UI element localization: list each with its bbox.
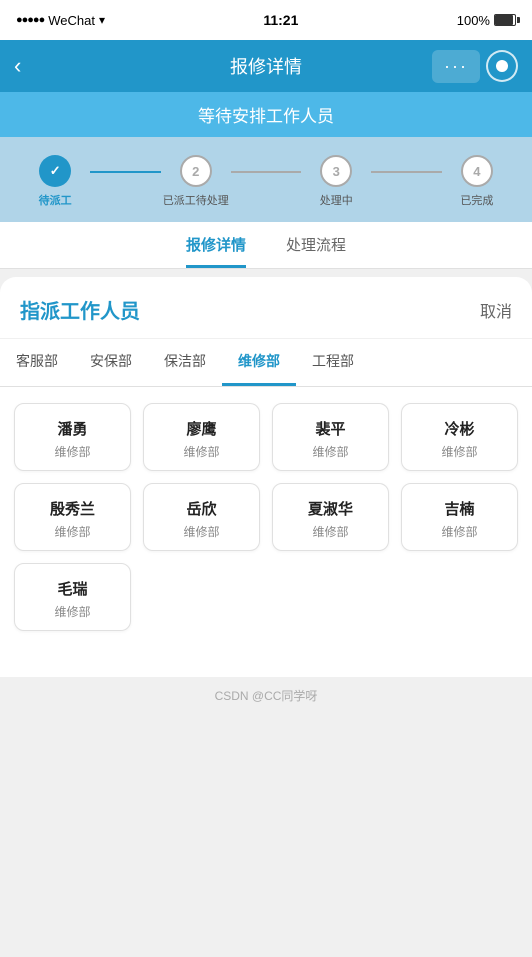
status-time: 11:21 xyxy=(263,12,298,28)
battery-icon xyxy=(494,14,516,26)
status-text: 等待安排工作人员 xyxy=(198,107,334,126)
status-left: ●●●●● WeChat ▾ xyxy=(16,13,105,28)
back-button[interactable]: ‹ xyxy=(14,53,21,79)
staff-name-1: 廖鹰 xyxy=(186,418,216,439)
footer: CSDN @CC同学呀 xyxy=(0,677,532,714)
signal-indicator: ●●●●● xyxy=(16,14,44,26)
dept-tab-maintenance[interactable]: 维修部 xyxy=(222,339,296,386)
cancel-button[interactable]: 取消 xyxy=(480,298,512,322)
record-button[interactable] xyxy=(486,50,518,82)
step-number-4: 4 xyxy=(473,164,480,179)
staff-name-8: 毛瑞 xyxy=(57,578,87,599)
staff-dept-4: 维修部 xyxy=(54,523,90,540)
step-number-3: 3 xyxy=(333,164,340,179)
connector-3 xyxy=(371,171,441,173)
wifi-icon: ▾ xyxy=(99,13,105,27)
connector-1 xyxy=(90,171,160,173)
staff-dept-7: 维修部 xyxy=(441,523,477,540)
staff-card-3[interactable]: 冷彬 维修部 xyxy=(401,403,518,471)
progress-section: ✓ 待派工 2 已派工待处理 3 处理中 4 已完成 xyxy=(0,137,532,222)
staff-dept-6: 维修部 xyxy=(312,523,348,540)
staff-dept-8: 维修部 xyxy=(54,603,90,620)
step-label-3: 处理中 xyxy=(320,192,353,208)
step-number-2: 2 xyxy=(192,164,199,179)
staff-dept-1: 维修部 xyxy=(183,443,219,460)
staff-name-7: 吉楠 xyxy=(444,498,474,519)
dept-tab-engineering[interactable]: 工程部 xyxy=(296,339,370,386)
staff-dept-0: 维修部 xyxy=(54,443,90,460)
staff-card-4[interactable]: 殷秀兰 维修部 xyxy=(14,483,131,551)
page-title: 报修详情 xyxy=(230,53,302,79)
panel-title: 指派工作人员 xyxy=(20,295,140,324)
staff-grid: 潘勇 维修部 廖鹰 维修部 裴平 维修部 冷彬 维修部 殷秀兰 维修部 岳欣 维… xyxy=(0,387,532,647)
step-label-4: 已完成 xyxy=(460,192,493,208)
staff-name-3: 冷彬 xyxy=(444,418,474,439)
staff-card-5[interactable]: 岳欣 维修部 xyxy=(143,483,260,551)
record-inner-icon xyxy=(496,60,508,72)
staff-name-6: 夏淑华 xyxy=(308,498,353,519)
header-actions: ··· xyxy=(432,50,518,83)
checkmark-icon: ✓ xyxy=(50,163,61,179)
staff-card-6[interactable]: 夏淑华 维修部 xyxy=(272,483,389,551)
staff-name-4: 殷秀兰 xyxy=(50,498,95,519)
status-banner: 等待安排工作人员 xyxy=(0,92,532,137)
step-2: 2 已派工待处理 xyxy=(161,155,231,208)
staff-card-8[interactable]: 毛瑞 维修部 xyxy=(14,563,131,631)
main-tabs: 报修详情 处理流程 xyxy=(0,222,532,269)
footer-text: CSDN @CC同学呀 xyxy=(215,689,318,703)
staff-card-2[interactable]: 裴平 维修部 xyxy=(272,403,389,471)
step-4: 4 已完成 xyxy=(442,155,512,208)
panel-header: 指派工作人员 取消 xyxy=(0,277,532,339)
bottom-panel: 指派工作人员 取消 客服部 安保部 保洁部 维修部 工程部 潘勇 维修部 廖鹰 … xyxy=(0,277,532,677)
connector-2 xyxy=(231,171,301,173)
app-name: WeChat xyxy=(48,13,95,28)
dept-tab-customer[interactable]: 客服部 xyxy=(0,339,74,386)
step-3: 3 处理中 xyxy=(301,155,371,208)
step-label-1: 待派工 xyxy=(39,192,72,208)
step-circle-2: 2 xyxy=(180,155,212,187)
dept-tab-security[interactable]: 安保部 xyxy=(74,339,148,386)
step-circle-4: 4 xyxy=(461,155,493,187)
status-right: 100% xyxy=(457,13,516,28)
step-label-2: 已派工待处理 xyxy=(163,192,229,208)
tab-process[interactable]: 处理流程 xyxy=(286,234,346,268)
dept-tab-cleaning[interactable]: 保洁部 xyxy=(148,339,222,386)
staff-name-5: 岳欣 xyxy=(186,498,216,519)
staff-card-7[interactable]: 吉楠 维修部 xyxy=(401,483,518,551)
more-button[interactable]: ··· xyxy=(432,50,480,83)
dept-tabs: 客服部 安保部 保洁部 维修部 工程部 xyxy=(0,339,532,387)
staff-card-1[interactable]: 廖鹰 维修部 xyxy=(143,403,260,471)
staff-dept-2: 维修部 xyxy=(312,443,348,460)
staff-name-2: 裴平 xyxy=(315,418,345,439)
staff-dept-3: 维修部 xyxy=(441,443,477,460)
status-bar: ●●●●● WeChat ▾ 11:21 100% xyxy=(0,0,532,40)
step-circle-1: ✓ xyxy=(39,155,71,187)
step-circle-3: 3 xyxy=(320,155,352,187)
staff-name-0: 潘勇 xyxy=(57,418,87,439)
tab-repair-detail[interactable]: 报修详情 xyxy=(186,234,246,268)
battery-percent: 100% xyxy=(457,13,490,28)
staff-card-0[interactable]: 潘勇 维修部 xyxy=(14,403,131,471)
step-1: ✓ 待派工 xyxy=(20,155,90,208)
steps-row: ✓ 待派工 2 已派工待处理 3 处理中 4 已完成 xyxy=(20,155,512,208)
staff-dept-5: 维修部 xyxy=(183,523,219,540)
header: ‹ 报修详情 ··· xyxy=(0,40,532,92)
